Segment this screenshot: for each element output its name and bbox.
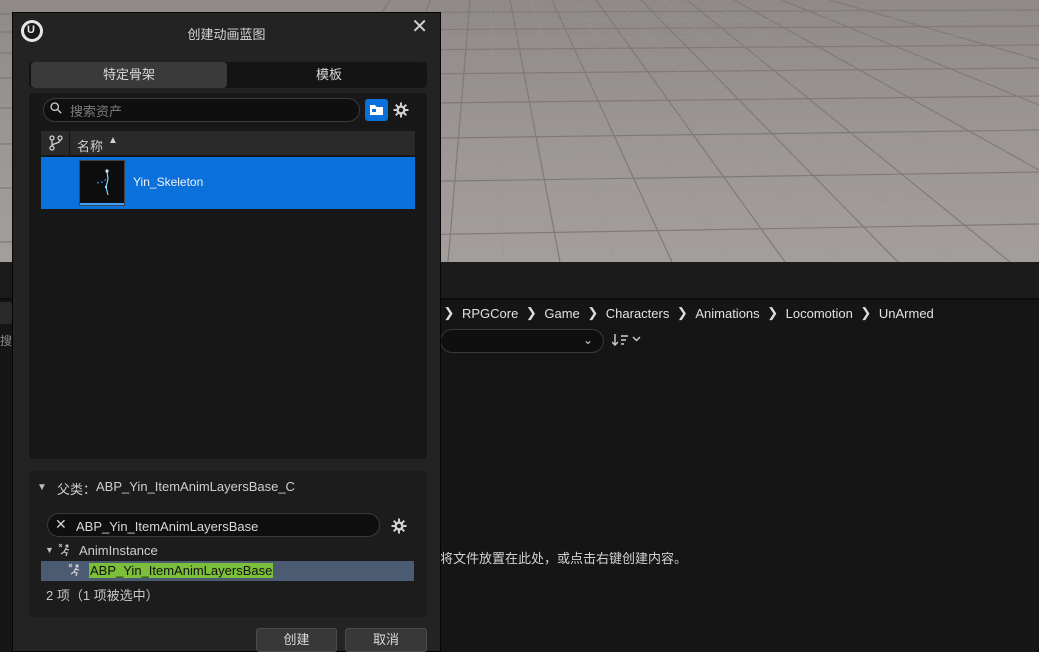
chevron-right-icon: ❯ [587, 305, 599, 320]
parent-class-value: ABP_Yin_ItemAnimLayersBase_C [96, 479, 295, 494]
breadcrumb-item[interactable]: Animations [691, 306, 763, 321]
gear-icon[interactable] [393, 102, 409, 118]
tree-item-label-highlighted: ABP_Yin_ItemAnimLayersBase [89, 563, 274, 578]
class-tree-item-abp-yin[interactable]: ABP_Yin_ItemAnimLayersBase [41, 561, 414, 581]
sort-icon [611, 334, 641, 346]
breadcrumb-item[interactable]: RPGCore [458, 306, 522, 321]
chevron-right-icon: ❯ [767, 305, 779, 320]
content-filter-dropdown[interactable]: ⌄ [440, 329, 604, 353]
expand-triangle-icon[interactable]: ▼ [45, 545, 54, 555]
collapse-triangle-icon[interactable]: ▼ [37, 482, 47, 493]
breadcrumb-item[interactable]: Characters [602, 306, 674, 321]
asset-search-input[interactable] [68, 101, 352, 121]
tab-bar: 特定骨架 模板 [29, 62, 427, 88]
class-search-input[interactable] [74, 516, 368, 536]
sources-folder-button[interactable] [365, 99, 388, 121]
breadcrumb-item[interactable]: Locomotion [782, 306, 857, 321]
asset-row-yin-skeleton[interactable]: Yin_Skeleton [41, 157, 415, 209]
folder-icon [370, 105, 383, 115]
dialog-title: 创建动画蓝图 [187, 27, 266, 42]
gear-icon[interactable] [391, 518, 407, 534]
chevron-right-icon: ❯ [676, 305, 688, 320]
chevron-right-icon: ❯ [525, 305, 537, 320]
item-count: 2 项（1 项被选中） [46, 588, 159, 603]
anim-blueprint-icon [68, 563, 80, 577]
sort-button[interactable] [611, 331, 642, 352]
source-control-branch-icon[interactable] [49, 135, 63, 151]
cancel-button[interactable]: 取消 [345, 628, 427, 652]
breadcrumb-item[interactable]: UnArmed [875, 306, 938, 321]
unreal-logo-glyph: U [27, 24, 35, 36]
breadcrumb: ❯ RPGCore ❯ Game ❯ Characters ❯ Animatio… [440, 302, 938, 324]
parent-class-label: 父类： [57, 482, 97, 497]
content-browser-left-tab[interactable] [0, 302, 12, 324]
dialog-title-bar[interactable]: U 创建动画蓝图 ✕ [13, 13, 440, 51]
tab-template[interactable]: 模板 [231, 62, 427, 88]
clear-search-icon[interactable]: ✕ [55, 516, 67, 533]
tab-specific-skeleton[interactable]: 特定骨架 [31, 62, 227, 88]
create-button[interactable]: 创建 [256, 628, 337, 652]
column-divider [69, 131, 70, 155]
sort-ascending-icon: ▲ [108, 135, 118, 146]
breadcrumb-item[interactable]: Game [540, 306, 583, 321]
empty-folder-hint: 将文件放置在此处，或点击右键创建内容。 [440, 551, 688, 566]
chevron-right-icon: ❯ [443, 305, 455, 320]
class-search-box[interactable]: ✕ [47, 513, 380, 537]
thumbnail-color-bar [80, 203, 124, 205]
chevron-right-icon: ❯ [860, 305, 872, 320]
skeleton-icon [96, 169, 109, 196]
column-header-name[interactable]: 名称 [77, 136, 103, 155]
tree-item-label: AnimInstance [79, 543, 158, 558]
create-anim-blueprint-dialog: U 创建动画蓝图 ✕ 特定骨架 模板 搜索资产 名称 ▲ Yin_Skeleto… [12, 12, 441, 652]
class-tree-item-animinstance[interactable]: ▼ AnimInstance [41, 541, 415, 561]
chevron-down-icon: ⌄ [582, 333, 593, 347]
anim-instance-icon [58, 543, 70, 557]
skeleton-thumbnail [79, 160, 125, 206]
search-icon [50, 102, 62, 114]
asset-name: Yin_Skeleton [133, 175, 204, 189]
asset-search-box[interactable] [43, 98, 360, 122]
close-icon[interactable]: ✕ [411, 17, 428, 37]
asset-list-header: 名称 ▲ [41, 131, 415, 155]
content-browser-left-search: 搜 [0, 334, 12, 348]
